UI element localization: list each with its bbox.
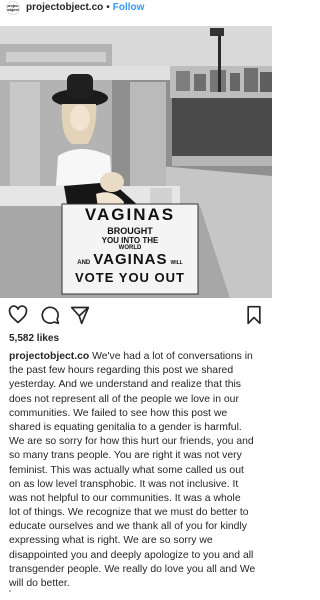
caption-line: educate ourselves and we thank all of yo… [9,521,247,533]
bookmark-icon[interactable] [244,305,264,325]
caption-username[interactable]: projectobject.co [9,351,89,362]
sign-line: VAGINAS [93,251,168,268]
caption-line: feminist. This was actually what some ca… [9,464,244,476]
caption-line: yesterday. And we understand and realize… [9,379,242,391]
caption-line: the past few hours regarding this post w… [9,365,234,377]
sign-line: WILL [170,260,183,266]
caption-line: We've had a lot of conversations in [89,351,253,362]
caption-line: on as low level transphobic. It was not … [9,478,239,490]
caption-line: We are so sorry for how this hurt our fr… [9,436,254,448]
post-caption: projectobject.co We've had a lot of conv… [9,350,267,591]
username-link[interactable]: projectobject.co [26,2,103,13]
caption-line: was not helpful to our communities. It w… [9,492,241,504]
sign-line: VAGINAS [84,205,176,224]
caption-line: expressing what is right. We are so sorr… [9,535,213,547]
action-bar [0,302,272,328]
divider-dot [9,590,11,592]
separator-dot: • [106,2,110,13]
sign-line: YOU INTO THE [101,236,159,245]
avatar-logo-text: project object [6,2,20,12]
post-header: project object projectobject.co • Follow [0,0,272,15]
post-photo[interactable]: VAGINAS BROUGHT YOU INTO THE WORLD AND V… [0,26,272,298]
avatar[interactable]: project object [6,0,20,15]
send-icon[interactable] [70,305,90,325]
sign-line: AND [77,260,91,266]
caption-line: shared is equating genitalia to a gender… [9,421,242,433]
heart-icon[interactable] [8,305,28,325]
follow-button[interactable]: Follow [113,2,145,13]
sign-line: VOTE YOU OUT [75,270,185,285]
caption-line: communities. We failed to see how this p… [9,407,228,419]
comment-icon[interactable] [40,305,60,325]
caption-line: does not represent all of the people we … [9,393,239,405]
caption-line: disappointed you and deeply apologize to… [9,549,254,561]
sign-line: BROUGHT [107,226,153,236]
like-count[interactable]: 5,582 likes [9,333,59,344]
caption-line: lot of things. We recognize that we must… [9,507,249,519]
caption-line: transgender people. We really do love yo… [9,563,256,575]
caption-line: will do better. [9,578,70,589]
caption-line: so many trans people. You are right it w… [9,450,242,462]
